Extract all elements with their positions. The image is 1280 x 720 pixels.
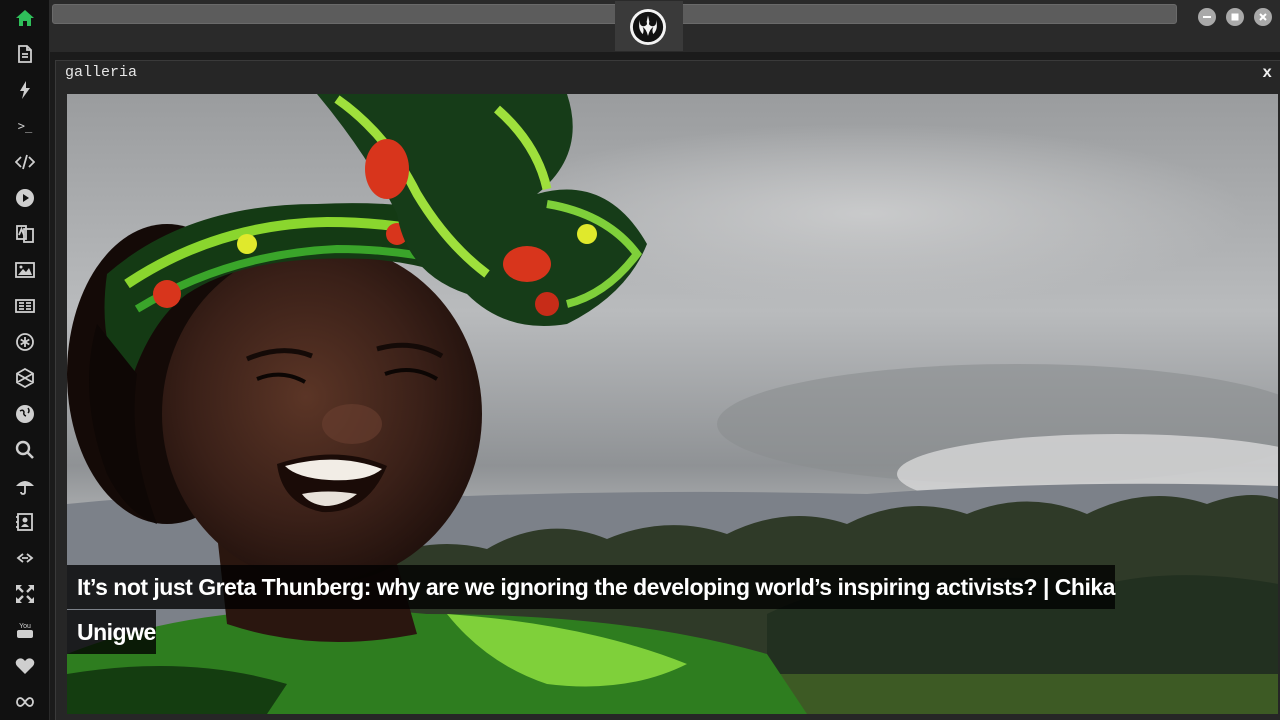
link-icon[interactable] (13, 546, 37, 570)
gallery-image[interactable]: It’s not just Greta Thunberg: why are we… (67, 94, 1278, 714)
globe-icon[interactable] (13, 402, 37, 426)
umbrella-icon[interactable] (13, 474, 37, 498)
maximize-icon (1231, 13, 1239, 21)
window-close-button[interactable]: x (1262, 64, 1272, 82)
infinity-icon[interactable] (13, 690, 37, 714)
expand-icon[interactable] (13, 582, 37, 606)
minimize-icon (1203, 16, 1211, 18)
minimize-button[interactable] (1198, 8, 1216, 26)
maximize-button[interactable] (1226, 8, 1244, 26)
sidebar: >_ You Tube (0, 0, 50, 720)
news-icon[interactable] (13, 294, 37, 318)
image-caption: It’s not just Greta Thunberg: why are we… (67, 565, 1117, 655)
translate-icon[interactable] (13, 222, 37, 246)
youtube-icon[interactable]: You Tube (13, 618, 37, 642)
close-icon (1259, 13, 1267, 21)
heart-icon[interactable] (13, 654, 37, 678)
search-icon[interactable] (13, 438, 37, 462)
close-window-button[interactable] (1254, 8, 1272, 26)
galleria-window: galleria x It’s not just Greta Thunberg:… (55, 60, 1280, 720)
window-title: galleria (65, 64, 138, 81)
terminal-icon[interactable]: >_ (13, 114, 37, 138)
hexagon-icon[interactable] (13, 366, 37, 390)
asterisk-icon[interactable] (13, 330, 37, 354)
center-logo-button[interactable] (615, 1, 683, 51)
home-icon[interactable] (13, 6, 37, 30)
rebel-alliance-icon (630, 9, 666, 45)
image-icon[interactable] (13, 258, 37, 282)
play-icon[interactable] (13, 186, 37, 210)
document-icon[interactable] (13, 42, 37, 66)
code-icon[interactable] (13, 150, 37, 174)
svg-text:Tube: Tube (18, 632, 33, 639)
top-bar (50, 0, 1280, 52)
contact-card-icon[interactable] (13, 510, 37, 534)
svg-text:You: You (19, 623, 31, 630)
lightning-icon[interactable] (13, 78, 37, 102)
caption-text: It’s not just Greta Thunberg: why are we… (67, 565, 1115, 654)
